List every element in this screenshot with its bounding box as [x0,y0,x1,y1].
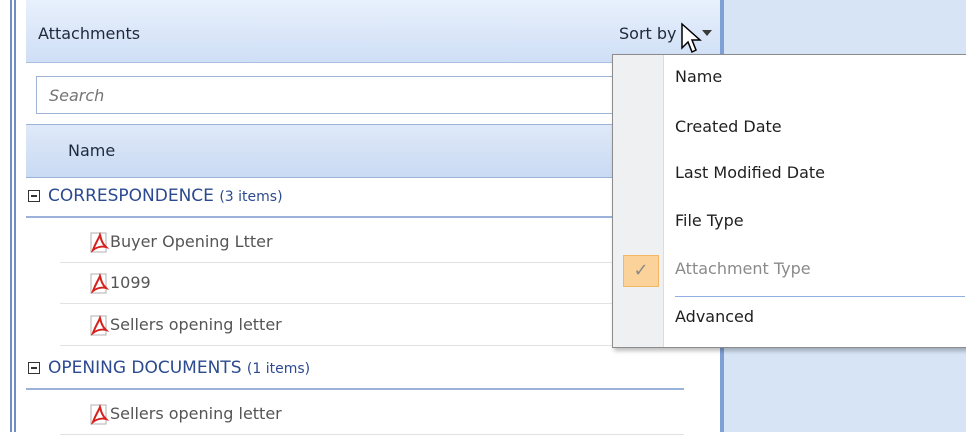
menu-gutter [613,55,664,347]
list-item[interactable]: 1099 [60,263,684,304]
column-header-label: Name [68,141,116,160]
item-label: 1099 [110,273,151,292]
left-window-edge [0,0,28,432]
collapse-box-icon[interactable] [28,190,40,202]
pdf-file-icon [90,273,110,294]
edge-line [10,0,12,432]
list-item[interactable]: Sellers opening letter [60,394,684,435]
group-title-text: CORRESPONDENCE [48,186,214,206]
check-icon: ✓ [623,255,659,287]
pdf-file-icon [90,404,110,425]
menu-item-name[interactable]: Name [675,67,722,86]
group-count: (3 items) [219,189,283,205]
list-item[interactable]: Buyer Opening Ltter [60,222,684,263]
sort-by-button[interactable]: Sort by [619,24,677,43]
group-row-opening-documents[interactable]: OPENING DOCUMENTS (1 items) [26,350,684,390]
menu-separator [675,296,965,297]
sort-menu: Name Created Date Last Modified Date Fil… [612,54,966,348]
list-item[interactable]: Sellers opening letter [60,305,684,346]
group-title: CORRESPONDENCE (3 items) [48,186,283,206]
menu-item-advanced[interactable]: Advanced [675,307,754,326]
group-title: OPENING DOCUMENTS (1 items) [48,358,310,378]
pdf-file-icon [90,315,110,336]
group-count: (1 items) [246,361,311,377]
menu-item-file-type[interactable]: File Type [675,211,744,230]
item-label: Sellers opening letter [110,404,282,423]
mouse-pointer-icon [681,22,702,54]
menu-item-last-modified-date[interactable]: Last Modified Date [675,163,825,182]
pdf-file-icon [90,232,110,253]
search-box[interactable] [36,76,638,114]
item-label: Buyer Opening Ltter [110,232,273,251]
collapse-box-icon[interactable] [28,362,40,374]
group-row-correspondence[interactable]: CORRESPONDENCE (3 items) [26,178,684,218]
search-input[interactable] [47,79,611,111]
menu-item-created-date[interactable]: Created Date [675,117,782,136]
menu-item-attachment-type[interactable]: Attachment Type [675,259,811,278]
group-title-text: OPENING DOCUMENTS [48,358,242,378]
edge-line [14,0,16,432]
item-label: Sellers opening letter [110,315,282,334]
panel-title: Attachments [38,24,141,43]
